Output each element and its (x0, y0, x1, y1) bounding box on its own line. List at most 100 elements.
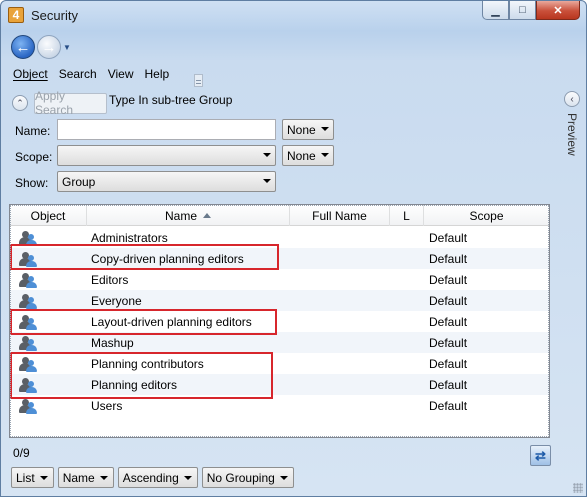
column-header-name-label: Name (164, 208, 197, 223)
table-row[interactable]: Planning contributors Default (10, 353, 549, 374)
full-name-cell (290, 269, 390, 290)
object-cell (10, 374, 87, 395)
scope-cell: Default (429, 251, 468, 266)
table-row[interactable]: Mashup Default (10, 332, 549, 353)
object-cell (10, 290, 87, 311)
l-cell (390, 269, 424, 290)
grouping-select[interactable]: No Grouping (201, 467, 294, 488)
chevron-down-icon (263, 153, 271, 157)
user-group-icon (19, 251, 37, 267)
column-header-scope[interactable]: Scope (424, 205, 549, 226)
name-input[interactable] (57, 119, 276, 140)
name-mode-value: None (287, 123, 316, 137)
l-cell (390, 395, 424, 416)
user-group-icon (19, 293, 37, 309)
chevron-down-icon (183, 476, 192, 480)
refresh-icon[interactable]: ⇄ (530, 445, 551, 466)
column-header-name[interactable]: Name (87, 205, 290, 226)
scope-cell: Default (429, 314, 468, 329)
full-name-cell (290, 311, 390, 332)
menu-view[interactable]: View (108, 67, 134, 85)
l-cell (390, 332, 424, 353)
sort-order-value: Ascending (122, 471, 179, 485)
view-mode-select[interactable]: List (11, 467, 54, 488)
show-value: Group (62, 175, 96, 189)
menu-help[interactable]: Help (145, 67, 170, 85)
scope-cell: Default (429, 377, 468, 392)
sort-by-select[interactable]: Name (57, 467, 114, 488)
window-title: Security (31, 8, 78, 23)
full-name-cell (290, 290, 390, 311)
results-list[interactable]: Object Name Full Name L Scope Administra… (9, 204, 550, 438)
list-header: Object Name Full Name L Scope (10, 205, 549, 226)
forward-arrow-icon[interactable]: → (37, 35, 61, 59)
user-group-icon (19, 335, 37, 351)
user-group-icon (19, 398, 37, 414)
scope-cell: Default (429, 398, 468, 413)
full-name-cell (290, 248, 390, 269)
scope-mode-select[interactable]: None (282, 145, 334, 166)
show-select[interactable]: Group (57, 171, 276, 192)
table-row[interactable]: Users Default (10, 395, 549, 416)
table-row[interactable]: Layout-driven planning editors Default (10, 311, 549, 332)
app-icon: 4 (8, 7, 24, 23)
window-controls: ▁ □ ✕ (482, 1, 580, 21)
menu-search[interactable]: Search (59, 67, 97, 85)
search-toolbar: ⌃ Apply Search (12, 89, 107, 117)
collapse-up-icon[interactable]: ⌃ (12, 95, 28, 111)
scope-cell: Default (429, 272, 468, 287)
name-cell: Planning editors (91, 377, 178, 392)
scope-select[interactable] (57, 145, 276, 166)
full-name-cell (290, 227, 390, 248)
table-row[interactable]: Administrators Default (10, 227, 549, 248)
apply-search-button[interactable]: Apply Search (34, 89, 107, 117)
resize-grip-icon[interactable] (573, 483, 583, 493)
column-header-l[interactable]: L (390, 205, 424, 226)
l-cell (390, 311, 424, 332)
list-rows: Administrators Default Copy-driven plannin… (10, 227, 549, 416)
table-row[interactable]: Planning editors Default (10, 374, 549, 395)
object-cell (10, 248, 87, 269)
scope-label: Scope: (15, 150, 53, 164)
history-dropdown-icon[interactable]: ▼ (63, 43, 71, 52)
column-header-full-name[interactable]: Full Name (290, 205, 390, 226)
name-cell: Editors (91, 272, 129, 287)
minimize-button[interactable]: ▁ (482, 1, 509, 20)
menu-object[interactable]: Object (13, 67, 48, 85)
object-cell (10, 227, 87, 248)
name-mode-select[interactable]: None (282, 119, 334, 140)
table-row[interactable]: Copy-driven planning editors Default (10, 248, 549, 269)
user-group-icon (19, 356, 37, 372)
navigation-bar: ← → ▼ (11, 34, 71, 60)
l-cell (390, 248, 424, 269)
close-button[interactable]: ✕ (536, 1, 580, 20)
l-cell (390, 290, 424, 311)
menu-overflow-grip-icon[interactable] (194, 74, 203, 87)
sort-order-select[interactable]: Ascending (117, 467, 198, 488)
table-row[interactable]: Editors Default (10, 269, 549, 290)
chevron-down-icon (279, 476, 288, 480)
l-cell (390, 374, 424, 395)
scope-cell: Default (429, 293, 468, 308)
column-header-object[interactable]: Object (10, 205, 87, 226)
object-cell (10, 269, 87, 290)
scope-cell: Default (429, 335, 468, 350)
maximize-button[interactable]: □ (509, 1, 536, 20)
chevron-down-icon (321, 153, 329, 157)
view-mode-value: List (16, 471, 35, 485)
table-row[interactable]: Everyone Default (10, 290, 549, 311)
name-cell: Layout-driven planning editors (91, 314, 252, 329)
menu-bar: Object Search View Help (13, 67, 180, 85)
back-arrow-icon[interactable]: ← (11, 35, 35, 59)
preview-tab[interactable]: Preview (565, 113, 579, 156)
l-cell (390, 353, 424, 374)
search-type-label: Type In sub-tree Group (109, 93, 233, 107)
full-name-cell (290, 374, 390, 395)
expand-left-icon[interactable]: ‹ (564, 91, 580, 107)
full-name-cell (290, 332, 390, 353)
user-group-icon (19, 314, 37, 330)
result-count: 0/9 (13, 446, 30, 460)
name-cell: Users (91, 398, 123, 413)
user-group-icon (19, 377, 37, 393)
name-cell: Copy-driven planning editors (91, 251, 244, 266)
